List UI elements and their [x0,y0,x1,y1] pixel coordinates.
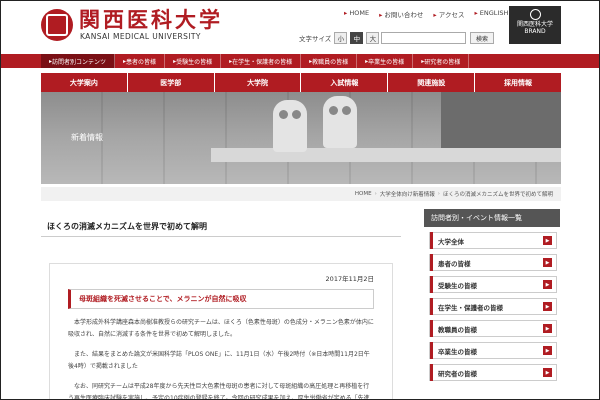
owl-statue-icon [273,100,307,152]
sidebar-item-marker [430,298,433,315]
main-nav: 大学案内 医学部 大学院 入試情報 関連施設 採用情報 [41,73,561,92]
page-title: ほくろの消滅メカニズムを世界で初めて解明 [41,217,401,237]
font-size-small-button[interactable]: 小 [334,32,348,44]
audience-nav-patients[interactable]: 患者の皆様 [115,54,166,68]
university-logo-icon[interactable] [41,9,73,41]
main-nav-medicine[interactable]: 医学部 [127,73,215,92]
article-subtitle: 母斑組織を死滅させることで、メラニンが自然に吸収 [68,289,374,309]
search-button[interactable]: 検索 [470,32,494,44]
font-size-medium-button[interactable]: 中 [350,32,364,44]
audience-nav-researchers[interactable]: 研究者の皆様 [413,54,470,68]
breadcrumb-home[interactable]: HOME [355,191,372,197]
breadcrumb-news[interactable]: 大学全体向け新着情報 [380,190,435,198]
audience-nav-alumni[interactable]: 卒業生の皆様 [357,54,414,68]
sidebar-heading: 訪問者別・イベント情報一覧 [424,209,560,227]
brand-line1: 関西医科大学 [516,21,553,28]
sidebar-item-applicants[interactable]: 受験生の皆様 ▶ [429,276,557,293]
search-input[interactable] [381,32,466,44]
chevron-right-icon: ▶ [543,280,552,289]
main-nav-graduate[interactable]: 大学院 [214,73,302,92]
hero-title: 新着情報 [71,133,103,142]
page-frame: 関西医科大学 KANSAI MEDICAL UNIVERSITY HOME お問… [0,0,600,400]
breadcrumb-separator: › [374,191,377,197]
main-nav-recruit[interactable]: 採用情報 [475,73,561,92]
sidebar-item-staff[interactable]: 教職員の皆様 ▶ [429,320,557,337]
sidebar-item-label: 在学生・保護者の皆様 [438,303,503,312]
hero-shadow [441,92,561,148]
sidebar-item-marker [430,232,433,249]
sidebar-item-label: 大学全体 [438,237,464,246]
sidebar-item-marker [430,276,433,293]
sidebar-item-researchers[interactable]: 研究者の皆様 ▶ [429,364,557,381]
audience-nav: 訪問者別コンテンツ 患者の皆様 受験生の皆様 在学生・保護者の皆様 教職員の皆様… [1,54,599,68]
main-nav-about[interactable]: 大学案内 [41,73,128,92]
utility-link-access[interactable]: アクセス [433,9,465,19]
sidebar-item-label: 教職員の皆様 [438,325,477,334]
sidebar-item-label: 患者の皆様 [438,259,471,268]
chevron-right-icon: ▶ [543,368,552,377]
utility-link-contact[interactable]: お問い合わせ [379,9,423,19]
audience-nav-students-parents[interactable]: 在学生・保護者の皆様 [221,54,302,68]
chevron-right-icon: ▶ [543,258,552,267]
breadcrumb-separator: › [437,191,440,197]
font-size-large-button[interactable]: 大 [366,32,380,44]
audience-nav-applicants[interactable]: 受験生の皆様 [165,54,222,68]
sidebar-item-marker [430,320,433,337]
chevron-right-icon: ▶ [543,236,552,245]
brand-emblem-icon [529,9,541,20]
logo-title-en[interactable]: KANSAI MEDICAL UNIVERSITY [80,32,201,41]
breadcrumb-current: ほくろの消滅メカニズムを世界で初めて解明 [442,192,553,198]
utility-link-english[interactable]: ENGLISH [474,9,509,19]
sidebar-item-all[interactable]: 大学全体 ▶ [429,232,557,249]
chevron-right-icon: ▶ [543,346,552,355]
breadcrumb: HOME › 大学全体向け新着情報 › ほくろの消滅メカニズムを世界で初めて解明 [41,187,561,201]
chevron-right-icon: ▶ [543,324,552,333]
audience-nav-heading[interactable]: 訪問者別コンテンツ [41,54,116,68]
sidebar-item-students-parents[interactable]: 在学生・保護者の皆様 ▶ [429,298,557,315]
sidebar-item-patients[interactable]: 患者の皆様 ▶ [429,254,557,271]
article-body: 2017年11月2日 母斑組織を死滅させることで、メラニンが自然に吸収 本学形成… [49,263,393,400]
main-nav-admissions[interactable]: 入試情報 [301,73,389,92]
article-paragraph: 本学形成外科学講座森本尚樹准教授らの研究チームは、ほくろ（色素性母斑）の色成分・… [68,319,374,338]
owl-statue-icon [323,96,357,148]
sidebar-item-marker [430,254,433,271]
main-nav-facilities[interactable]: 関連施設 [388,73,476,92]
font-size-label: 文字サイズ [299,35,332,43]
brand-line2: BRAND [524,28,546,35]
hero-banner: 新着情報 [41,92,561,184]
sidebar-item-alumni[interactable]: 卒業生の皆様 ▶ [429,342,557,359]
brand-button[interactable]: 関西医科大学 BRAND [509,6,561,44]
sidebar-item-marker [430,364,433,381]
article-date: 2017年11月2日 [325,275,374,283]
sidebar-item-label: 卒業生の皆様 [438,347,477,356]
chevron-right-icon: ▶ [543,302,552,311]
site-header: 関西医科大学 KANSAI MEDICAL UNIVERSITY HOME お問… [1,1,599,47]
utility-link-home[interactable]: HOME [344,9,369,19]
audience-nav-staff[interactable]: 教職員の皆様 [301,54,358,68]
utility-links: HOME お問い合わせ アクセス ENGLISH [344,9,508,19]
font-size-control: 文字サイズ 小 中 大 [299,32,380,44]
sidebar-item-marker [430,342,433,359]
logo-title-jp[interactable]: 関西医科大学 [79,9,223,31]
sidebar-item-label: 受験生の皆様 [438,281,477,290]
sidebar: 訪問者別・イベント情報一覧 大学全体 ▶ 患者の皆様 ▶ 受験生の皆様 ▶ 在学… [424,209,560,399]
article-paragraph: また、結果をまとめた論文が米国科学誌「PLOS ONE」に、11月1日（水）午後… [68,351,370,370]
sidebar-item-label: 研究者の皆様 [438,369,477,378]
hero-ledge [211,148,561,162]
article-paragraph: なお、同研究チームは平成28年度から先天性巨大色素性母斑の患者に対して母斑組織の… [68,383,370,400]
